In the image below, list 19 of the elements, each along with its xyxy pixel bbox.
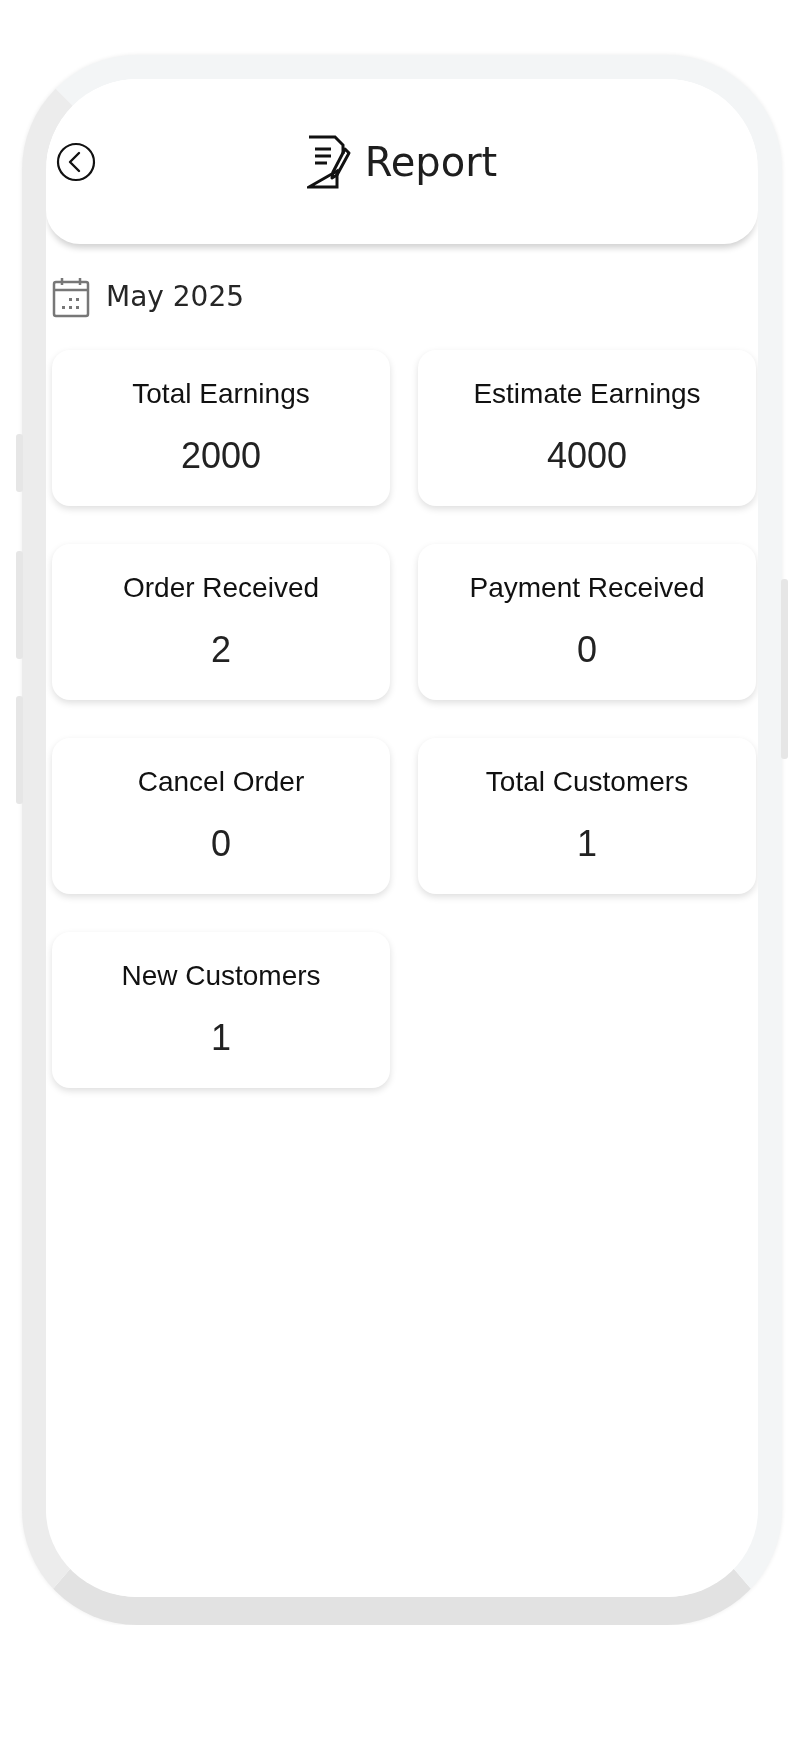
stat-label: Estimate Earnings <box>473 377 701 411</box>
stat-value: 0 <box>211 822 231 866</box>
stat-value: 2 <box>211 628 231 672</box>
stat-value: 2000 <box>180 434 262 478</box>
calendar-icon[interactable] <box>52 276 90 318</box>
stat-value: 0 <box>577 628 597 672</box>
stat-value: 1 <box>211 1016 231 1060</box>
stat-value: 1 <box>577 822 597 866</box>
stat-value: 4000 <box>546 434 628 478</box>
stat-label: Payment Received <box>469 571 705 605</box>
page-title: Report <box>364 137 498 187</box>
stat-label: New Customers <box>121 959 321 993</box>
back-icon[interactable] <box>56 141 96 182</box>
month-label[interactable]: May 2025 <box>106 276 245 318</box>
stat-label: Cancel Order <box>137 765 305 799</box>
document-edit-icon <box>306 134 351 189</box>
stat-label: Order Received <box>122 571 320 605</box>
stat-label: Total Earnings <box>132 377 310 411</box>
stat-label: Total Customers <box>485 765 689 799</box>
